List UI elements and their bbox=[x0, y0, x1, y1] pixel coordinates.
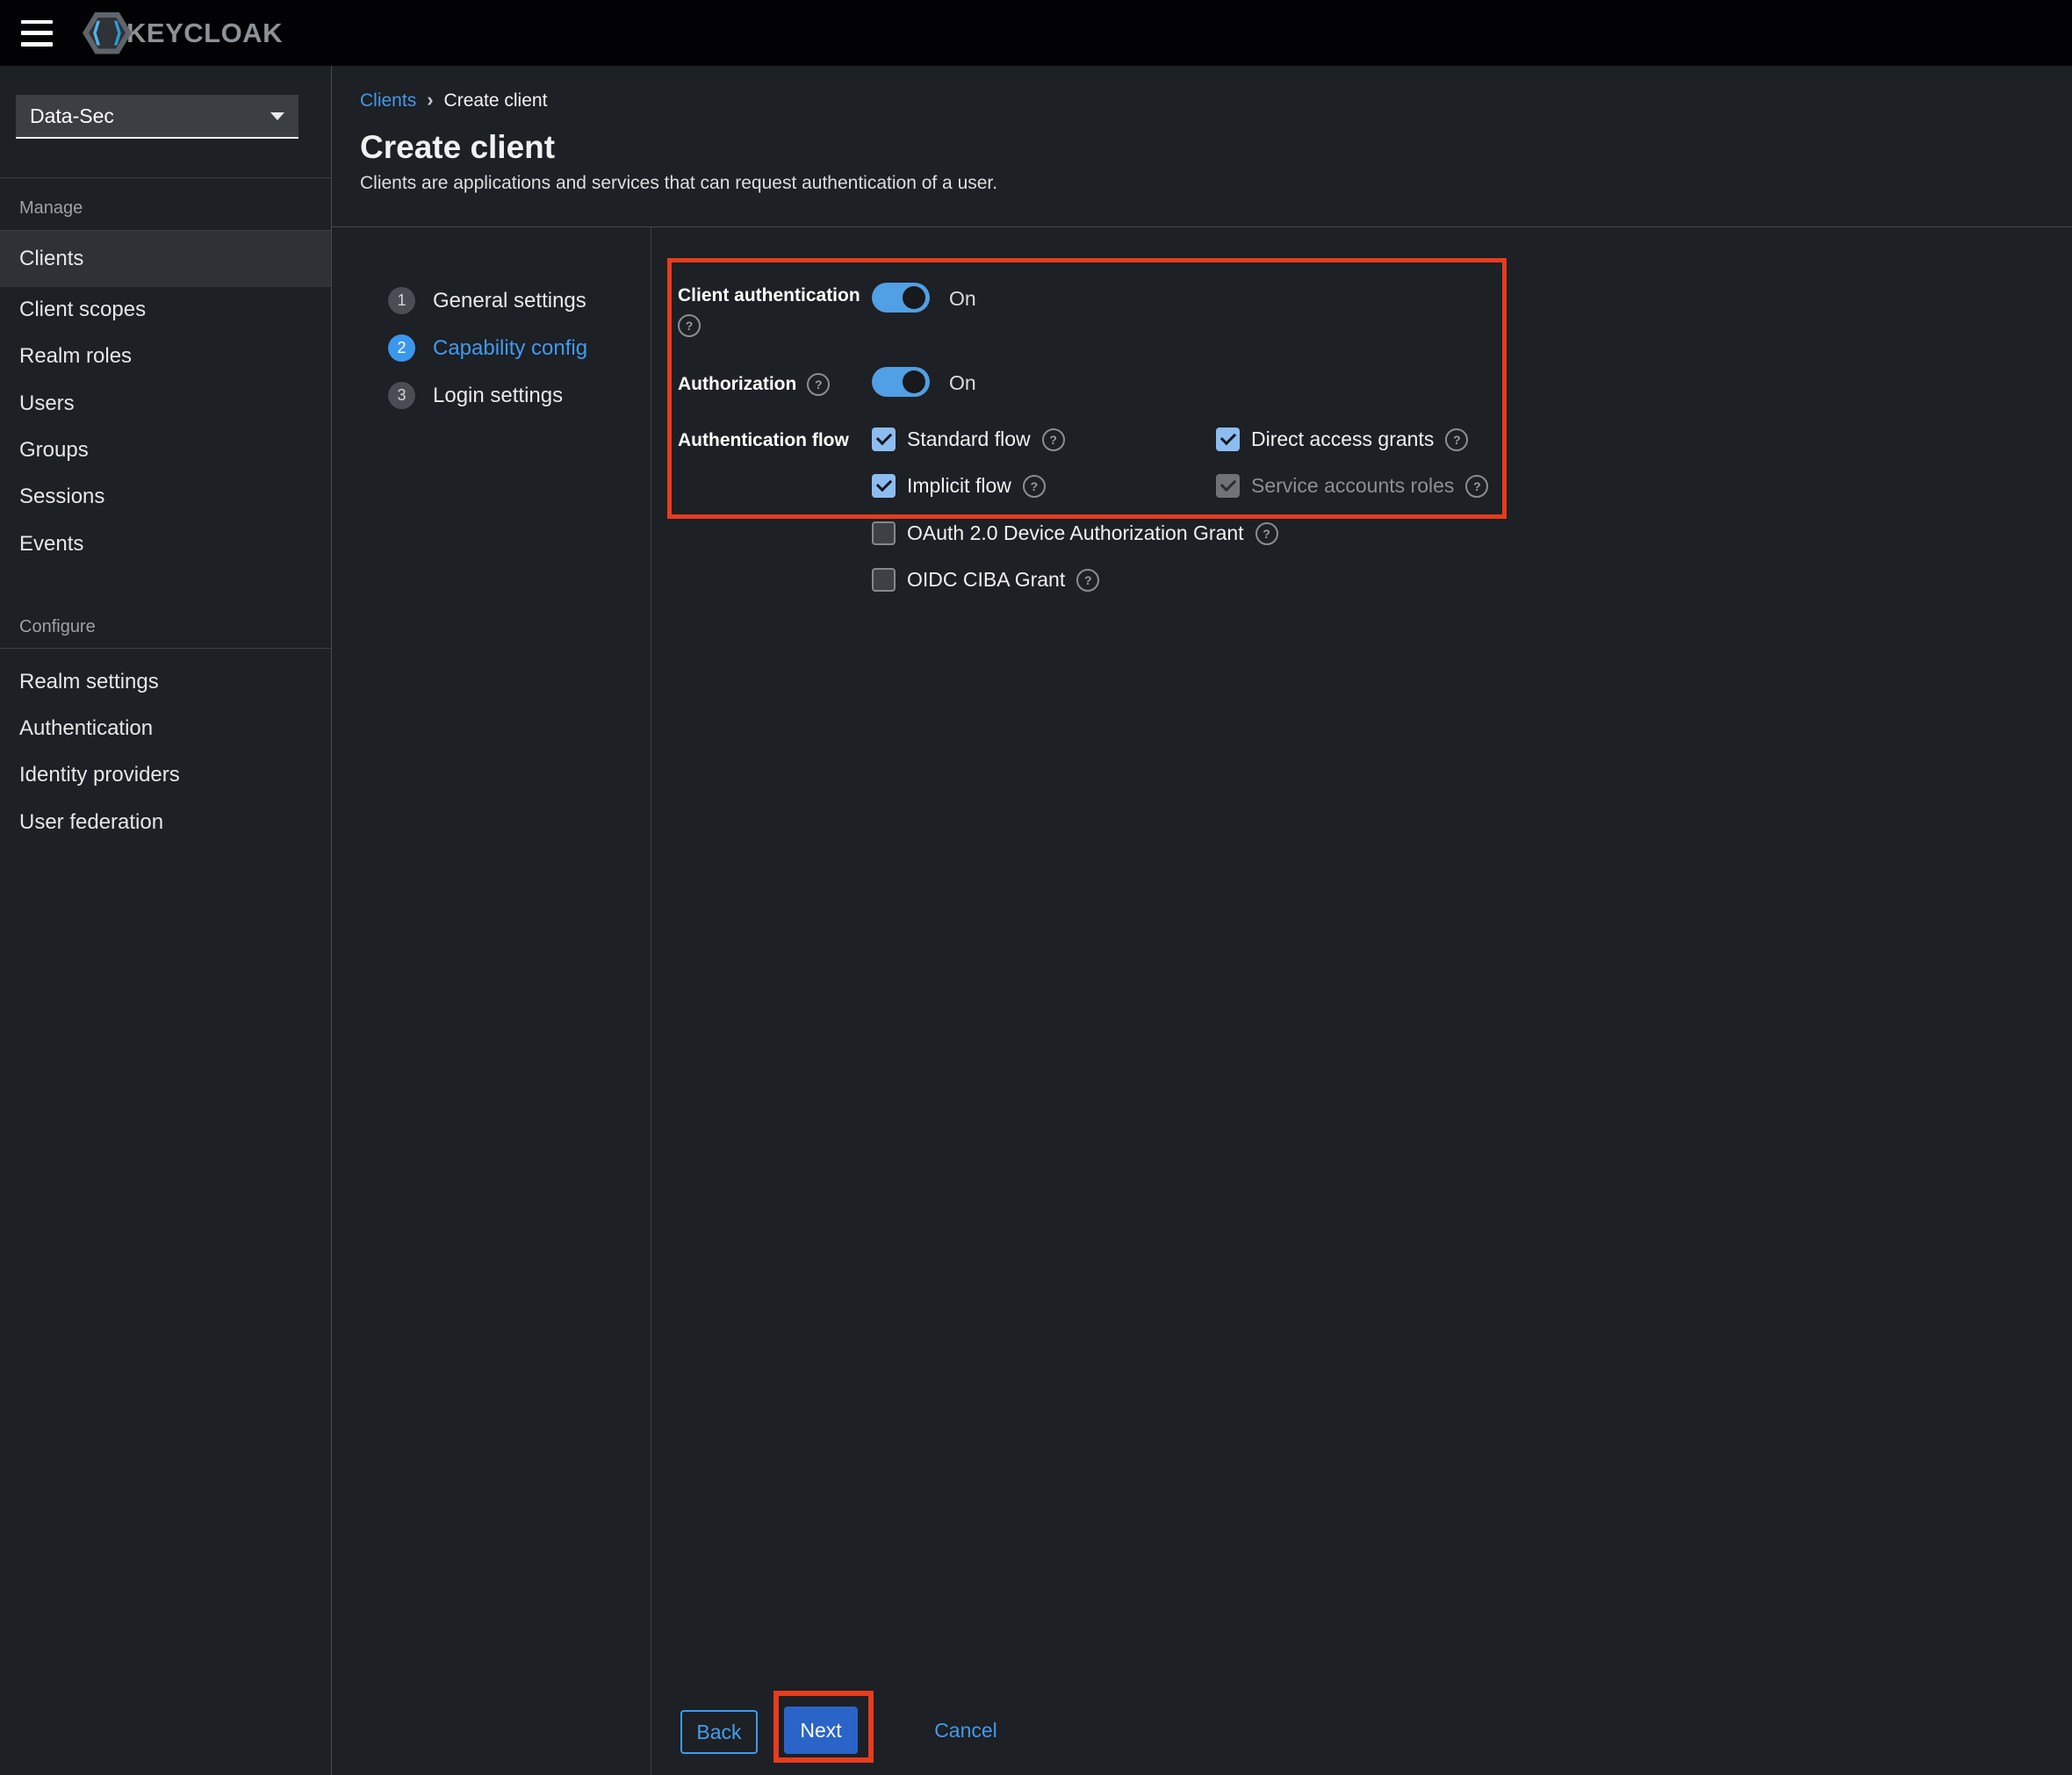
cancel-button[interactable]: Cancel bbox=[917, 1708, 1014, 1752]
checkbox-service-accounts-roles: Service accounts roles ? bbox=[1216, 474, 1488, 498]
checkbox-unchecked-icon[interactable] bbox=[872, 568, 896, 592]
help-icon[interactable]: ? bbox=[1445, 428, 1468, 451]
step-number: 3 bbox=[388, 382, 415, 409]
sidebar-item-groups[interactable]: Groups bbox=[0, 438, 331, 463]
checkbox-checked-icon[interactable] bbox=[872, 428, 896, 451]
sidebar-item-events[interactable]: Events bbox=[0, 532, 331, 557]
sidebar-item-realm-settings[interactable]: Realm settings bbox=[0, 670, 331, 694]
checkbox-oidc-ciba-grant[interactable]: OIDC CIBA Grant ? bbox=[872, 568, 1099, 592]
top-bar: ⟨ ⟩ KEYCLOAK bbox=[0, 0, 2072, 66]
sidebar-item-clients[interactable]: Clients bbox=[0, 231, 331, 287]
help-icon[interactable]: ? bbox=[1076, 569, 1099, 592]
sidebar-item-sessions[interactable]: Sessions bbox=[0, 485, 331, 509]
authentication-flow-label: Authentication flow bbox=[678, 430, 849, 451]
wizard-step-capability-config[interactable]: 2 Capability config bbox=[388, 334, 587, 362]
divider bbox=[0, 648, 331, 649]
brand-text: KEYCLOAK bbox=[126, 18, 283, 49]
page-subtitle: Clients are applications and services th… bbox=[360, 173, 997, 194]
help-icon[interactable]: ? bbox=[1255, 522, 1278, 545]
help-icon[interactable]: ? bbox=[1023, 475, 1046, 498]
wizard-step-general-settings[interactable]: 1 General settings bbox=[388, 287, 586, 314]
divider bbox=[332, 226, 2072, 227]
client-authentication-toggle[interactable] bbox=[872, 283, 930, 313]
hamburger-menu-icon[interactable] bbox=[21, 20, 53, 47]
wizard-step-login-settings[interactable]: 3 Login settings bbox=[388, 382, 563, 409]
sidebar-item-authentication[interactable]: Authentication bbox=[0, 716, 331, 741]
sidebar-item-realm-roles[interactable]: Realm roles bbox=[0, 344, 331, 369]
sidebar-item-identity-providers[interactable]: Identity providers bbox=[0, 763, 331, 787]
client-authentication-label: Client authentication bbox=[678, 285, 867, 306]
sidebar-item-users[interactable]: Users bbox=[0, 392, 331, 416]
divider bbox=[0, 177, 331, 178]
checkbox-checked-icon[interactable] bbox=[872, 474, 896, 498]
help-icon[interactable]: ? bbox=[807, 373, 830, 396]
checkbox-checked-disabled-icon bbox=[1216, 474, 1240, 498]
checkbox-implicit-flow[interactable]: Implicit flow ? bbox=[872, 474, 1046, 498]
sidebar-section-manage: Manage bbox=[19, 198, 83, 219]
keycloak-logo-icon: ⟨ ⟩ bbox=[83, 12, 132, 54]
breadcrumb-current: Create client bbox=[444, 90, 548, 111]
checkbox-oauth-device-authorization-grant[interactable]: OAuth 2.0 Device Authorization Grant ? bbox=[872, 521, 1278, 545]
checkbox-direct-access-grants[interactable]: Direct access grants ? bbox=[1216, 428, 1468, 451]
next-button[interactable]: Next bbox=[784, 1707, 858, 1754]
checkbox-checked-icon[interactable] bbox=[1216, 428, 1240, 451]
realm-selector-value: Data-Sec bbox=[30, 104, 114, 128]
client-authentication-state: On bbox=[949, 287, 976, 311]
authorization-label: Authorization ? bbox=[678, 373, 830, 396]
realm-selector-dropdown[interactable]: Data-Sec bbox=[16, 95, 299, 139]
checkbox-standard-flow[interactable]: Standard flow ? bbox=[872, 428, 1065, 451]
authorization-state: On bbox=[949, 371, 976, 395]
breadcrumb: Clients › Create client bbox=[360, 90, 547, 112]
breadcrumb-clients-link[interactable]: Clients bbox=[360, 90, 416, 111]
step-number: 2 bbox=[388, 334, 415, 362]
step-number: 1 bbox=[388, 287, 415, 314]
main-content: Clients › Create client Create client Cl… bbox=[332, 66, 2072, 1775]
help-icon[interactable]: ? bbox=[1042, 428, 1065, 451]
checkbox-unchecked-icon[interactable] bbox=[872, 521, 896, 545]
sidebar-nav: Data-Sec Manage Clients Client scopes Re… bbox=[0, 66, 332, 1775]
help-icon[interactable]: ? bbox=[678, 314, 701, 337]
keycloak-logo[interactable]: ⟨ ⟩ KEYCLOAK bbox=[83, 12, 283, 54]
authorization-toggle[interactable] bbox=[872, 367, 930, 397]
breadcrumb-chevron-icon: › bbox=[427, 89, 433, 111]
sidebar-item-client-scopes[interactable]: Client scopes bbox=[0, 298, 331, 322]
help-icon[interactable]: ? bbox=[1465, 475, 1488, 498]
caret-down-icon bbox=[270, 112, 284, 120]
sidebar-section-configure: Configure bbox=[19, 617, 96, 637]
page-title: Create client bbox=[360, 129, 555, 166]
sidebar-item-user-federation[interactable]: User federation bbox=[0, 810, 331, 835]
back-button[interactable]: Back bbox=[680, 1710, 758, 1754]
